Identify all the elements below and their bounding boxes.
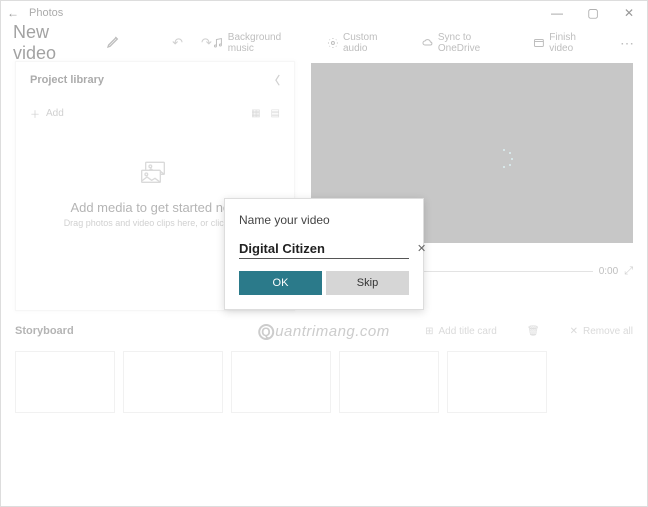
dialog-overlay: Name your video ✕ OK Skip	[1, 1, 647, 506]
dialog-title: Name your video	[239, 213, 409, 227]
name-video-dialog: Name your video ✕ OK Skip	[224, 198, 424, 310]
ok-button[interactable]: OK	[239, 271, 322, 295]
clear-input-icon[interactable]: ✕	[414, 242, 429, 255]
video-name-input[interactable]	[239, 241, 414, 256]
skip-button[interactable]: Skip	[326, 271, 409, 295]
